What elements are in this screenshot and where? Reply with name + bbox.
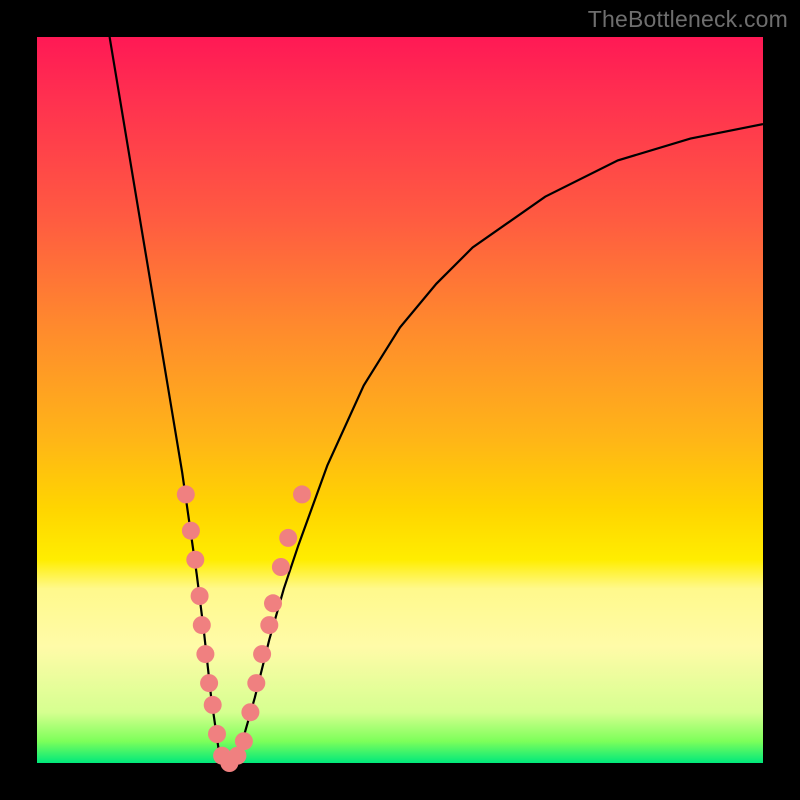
scatter-point <box>200 674 218 692</box>
scatter-point <box>253 645 271 663</box>
scatter-point <box>260 616 278 634</box>
scatter-point <box>193 616 211 634</box>
scatter-point <box>186 551 204 569</box>
scatter-point <box>241 703 259 721</box>
scatter-point <box>279 529 297 547</box>
watermark-text: TheBottleneck.com <box>588 6 788 33</box>
plot-area <box>37 37 763 763</box>
scatter-point <box>235 732 253 750</box>
chart-stage: TheBottleneck.com <box>0 0 800 800</box>
scatter-point <box>196 645 214 663</box>
scatter-point <box>247 674 265 692</box>
curve-layer <box>37 37 763 763</box>
scatter-point <box>177 485 195 503</box>
scatter-point <box>182 522 200 540</box>
scatter-point <box>208 725 226 743</box>
scatter-point <box>264 594 282 612</box>
scatter-point <box>272 558 290 576</box>
scatter-point <box>191 587 209 605</box>
scatter-point <box>293 485 311 503</box>
scatter-points <box>177 485 311 772</box>
scatter-point <box>204 696 222 714</box>
